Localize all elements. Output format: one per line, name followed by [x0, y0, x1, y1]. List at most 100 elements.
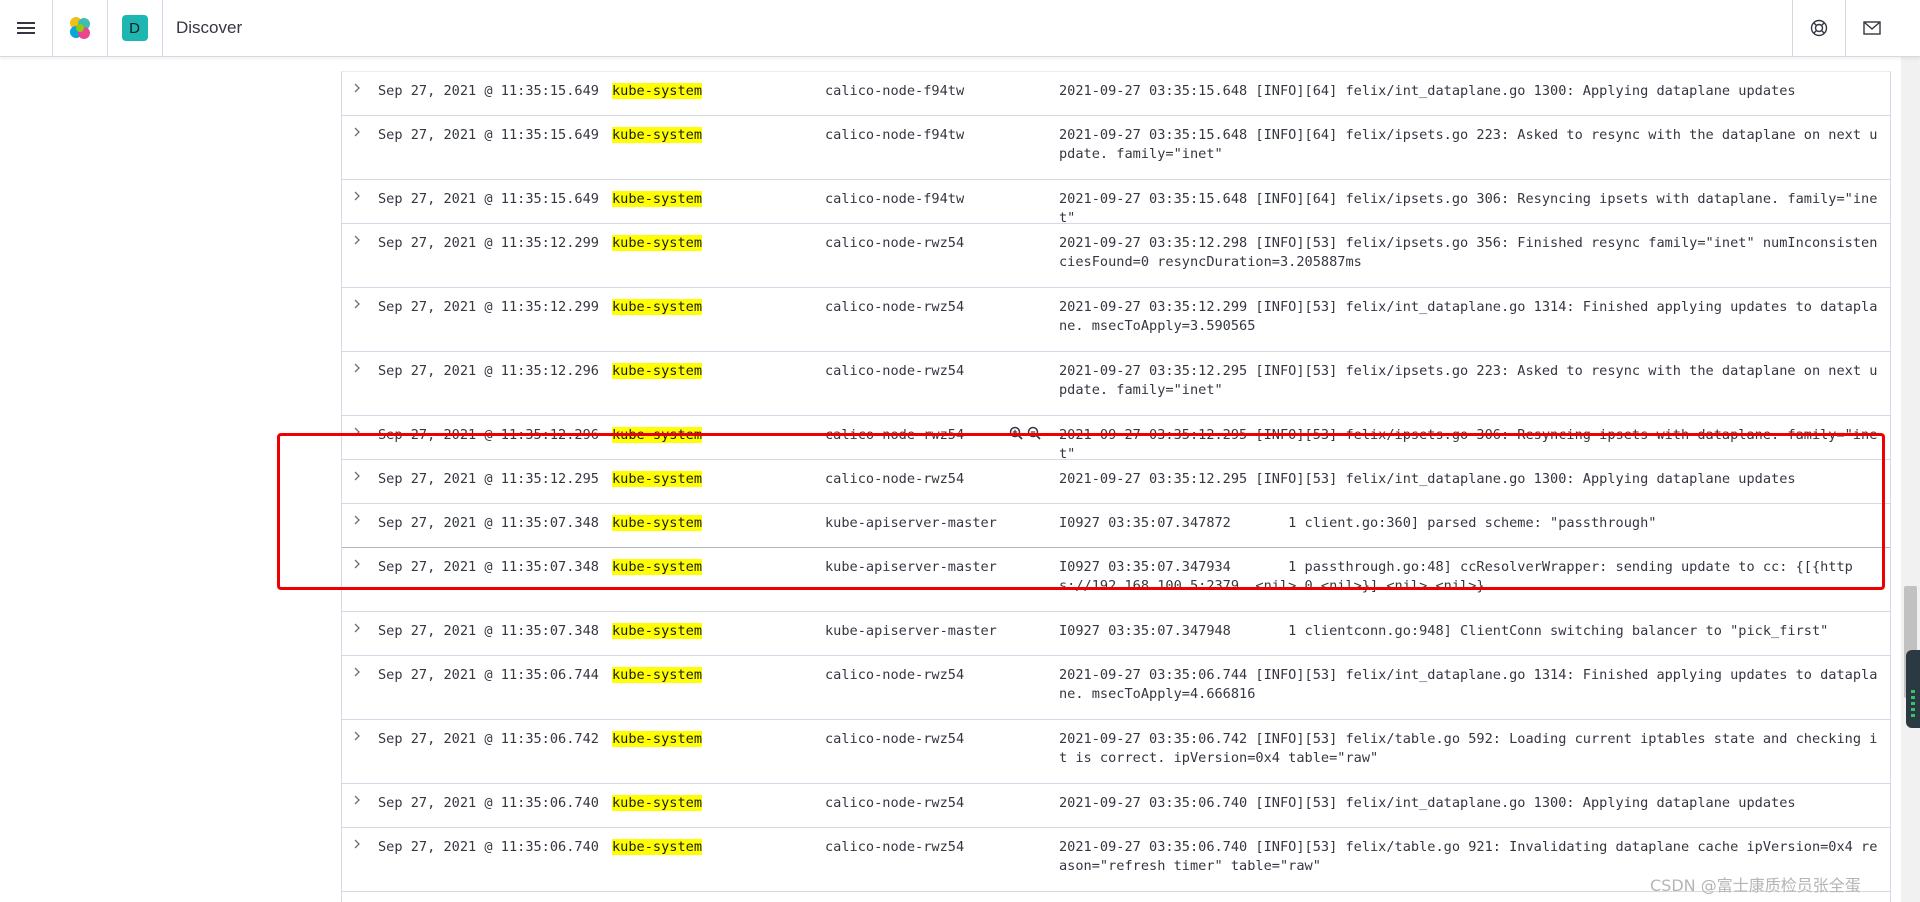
pod-name-cell: calico-node-rwz54 [825, 667, 965, 683]
timestamp-cell: Sep 27, 2021 @ 11:35:07.348 [378, 515, 599, 531]
pod-name-cell: kube-apiserver-master [825, 623, 997, 639]
hamburger-icon [17, 19, 35, 37]
top-nav-bar: D Discover [0, 0, 1920, 57]
timestamp-cell: Sep 27, 2021 @ 11:35:06.740 [378, 839, 599, 855]
message-cell: I0927 03:35:07.347934 1 passthrough.go:4… [1059, 559, 1853, 594]
namespace-highlight: kube-system [612, 515, 703, 531]
table-row[interactable]: Sep 27, 2021 @ 11:35:15.649 kube-system ca… [342, 116, 1890, 180]
pod-name-cell: calico-node-rwz54 [825, 795, 965, 811]
pod-name-cell: calico-node-rwz54 [825, 363, 965, 379]
timestamp-cell: Sep 27, 2021 @ 11:35:12.296 [378, 363, 599, 379]
namespace-highlight: kube-system [612, 83, 703, 99]
filter-actions [1009, 426, 1041, 440]
expand-row-chevron-icon[interactable] [342, 425, 372, 444]
document-table: Sep 27, 2021 @ 11:35:15.649 kube-system ca… [341, 71, 1891, 902]
pod-name-cell: kube-apiserver-master [825, 559, 997, 575]
table-row[interactable]: Sep 27, 2021 @ 11:35:12.299 kube-system ca… [342, 224, 1890, 288]
expand-row-chevron-icon[interactable] [342, 621, 372, 640]
mail-icon [1863, 21, 1881, 35]
namespace-cell: kube-system [612, 426, 703, 445]
namespace-cell: kube-system [612, 190, 703, 209]
namespace-highlight: kube-system [612, 127, 703, 143]
namespace-cell: kube-system [612, 666, 703, 685]
expand-row-chevron-icon[interactable] [342, 793, 372, 812]
expand-row-chevron-icon[interactable] [342, 729, 372, 748]
message-cell: 2021-09-27 03:35:15.648 [INFO][64] felix… [1059, 191, 1878, 226]
timestamp-cell: Sep 27, 2021 @ 11:35:07.348 [378, 623, 599, 639]
table-row[interactable]: Sep 27, 2021 @ 11:35:12.299 kube-system ca… [342, 288, 1890, 352]
timestamp-cell: Sep 27, 2021 @ 11:35:12.296 [378, 427, 599, 443]
pod-name-cell: calico-node-f94tw [825, 127, 965, 143]
expand-row-chevron-icon[interactable] [342, 837, 372, 856]
expand-row-chevron-icon[interactable] [342, 125, 372, 144]
pod-name-cell: calico-node-f94tw [825, 191, 965, 207]
table-row[interactable]: Sep 27, 2021 @ 11:35:12.296 kube-system ca… [342, 352, 1890, 416]
table-row[interactable]: Sep 27, 2021 @ 11:35:15.649 kube-system ca… [342, 180, 1890, 226]
expand-row-chevron-icon[interactable] [342, 361, 372, 380]
side-monitor-widget[interactable] [1906, 650, 1920, 728]
table-row[interactable]: Sep 27, 2021 @ 11:35:12.296 kube-system ca… [342, 416, 1890, 462]
table-row[interactable]: Sep 27, 2021 @ 11:35:06.740 kube-system ca… [342, 784, 1890, 828]
expand-row-chevron-icon[interactable] [342, 557, 372, 576]
message-cell: 2021-09-27 03:35:06.744 [INFO][53] felix… [1059, 667, 1878, 702]
expand-row-chevron-icon[interactable] [342, 469, 372, 488]
zoom-out-icon[interactable] [1027, 426, 1041, 440]
table-row[interactable]: Sep 27, 2021 @ 11:35:06.742 kube-system ca… [342, 720, 1890, 784]
pod-name-cell: calico-node-rwz54 [825, 235, 965, 251]
space-avatar: D [121, 15, 148, 41]
table-row[interactable]: Sep 27, 2021 @ 11:35:12.295 kube-system ca… [342, 460, 1890, 504]
timestamp-cell: Sep 27, 2021 @ 11:35:15.649 [378, 191, 599, 207]
expand-row-chevron-icon[interactable] [342, 189, 372, 208]
namespace-cell: kube-system [612, 470, 703, 489]
elastic-logo-icon [69, 17, 90, 39]
namespace-highlight: kube-system [612, 299, 703, 315]
pod-name-cell: calico-node-rwz54 [825, 731, 965, 747]
page-title: Discover [176, 18, 243, 37]
namespace-highlight: kube-system [612, 839, 703, 855]
namespace-cell: kube-system [612, 622, 703, 641]
newsfeed-button[interactable] [1845, 0, 1898, 56]
elastic-logo[interactable] [52, 0, 108, 56]
timestamp-cell: Sep 27, 2021 @ 11:35:15.649 [378, 127, 599, 143]
pod-name-cell: calico-node-rwz54 [825, 839, 965, 855]
expand-row-chevron-icon[interactable] [342, 233, 372, 252]
table-row[interactable]: Sep 27, 2021 @ 11:35:07.348 kube-system ku… [342, 504, 1890, 548]
breadcrumb: Discover [162, 0, 462, 56]
message-cell: 2021-09-27 03:35:12.295 [INFO][53] felix… [1059, 427, 1878, 462]
namespace-cell: kube-system [612, 234, 703, 253]
namespace-highlight: kube-system [612, 235, 703, 251]
namespace-cell: kube-system [612, 730, 703, 749]
page-scrollbar[interactable] [1901, 56, 1920, 902]
namespace-highlight: kube-system [612, 191, 703, 207]
space-selector[interactable]: D [107, 0, 163, 56]
namespace-highlight: kube-system [612, 667, 703, 683]
timestamp-cell: Sep 27, 2021 @ 11:35:06.744 [378, 667, 599, 683]
message-cell: 2021-09-27 03:35:06.742 [INFO][53] felix… [1059, 731, 1878, 766]
namespace-highlight: kube-system [612, 471, 703, 487]
table-row[interactable]: Sep 27, 2021 @ 11:35:06.744 kube-system ca… [342, 656, 1890, 720]
expand-row-chevron-icon[interactable] [342, 297, 372, 316]
timestamp-cell: Sep 27, 2021 @ 11:35:12.295 [378, 471, 599, 487]
expand-row-chevron-icon[interactable] [342, 665, 372, 684]
pod-name-cell: calico-node-rwz54 [825, 299, 965, 315]
discover-content: Sep 27, 2021 @ 11:35:15.649 kube-system ca… [0, 56, 1920, 902]
message-cell: 2021-09-27 03:35:12.299 [INFO][53] felix… [1059, 299, 1878, 334]
namespace-cell: kube-system [612, 558, 703, 577]
expand-row-chevron-icon[interactable] [342, 81, 372, 100]
expand-row-chevron-icon[interactable] [342, 513, 372, 532]
pod-name-cell: calico-node-f94tw [825, 83, 965, 99]
message-cell: 2021-09-27 03:35:15.648 [INFO][64] felix… [1059, 83, 1796, 99]
table-row[interactable]: Sep 27, 2021 @ 11:35:15.649 kube-system ca… [342, 72, 1890, 116]
table-row[interactable]: Sep 27, 2021 @ 11:35:07.348 kube-system ku… [342, 548, 1890, 612]
menu-button[interactable] [0, 0, 53, 56]
table-row[interactable]: Sep 27, 2021 @ 11:35:07.348 kube-system ku… [342, 612, 1890, 656]
timestamp-cell: Sep 27, 2021 @ 11:35:15.649 [378, 83, 599, 99]
help-lifebuoy-icon [1810, 19, 1828, 37]
namespace-cell: kube-system [612, 298, 703, 317]
zoom-in-icon[interactable] [1009, 426, 1023, 440]
message-cell: 2021-09-27 03:35:06.740 [INFO][53] felix… [1059, 795, 1796, 811]
message-cell: 2021-09-27 03:35:12.295 [INFO][53] felix… [1059, 471, 1796, 487]
help-button[interactable] [1792, 0, 1845, 56]
message-cell: I0927 03:35:07.347872 1 client.go:360] p… [1059, 515, 1657, 531]
namespace-highlight: kube-system [612, 559, 703, 575]
